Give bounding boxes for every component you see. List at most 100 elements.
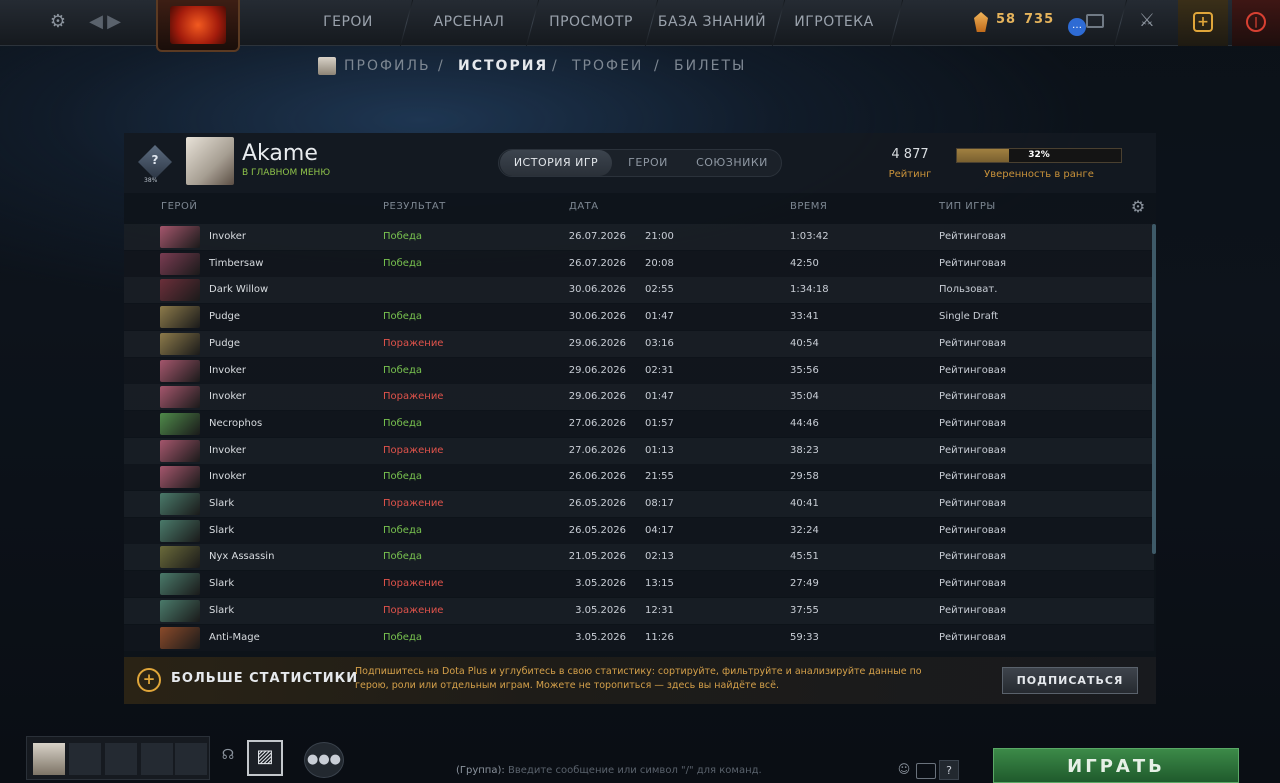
dota-plus-banner: + БОЛЬШЕ СТАТИСТИКИ Подпишитесь на Dota … <box>124 657 1156 704</box>
dota-plus-panel[interactable]: + <box>1178 0 1228 46</box>
column-header-type[interactable]: ТИП ИГРЫ <box>939 201 996 212</box>
match-clock: 08:17 <box>645 498 674 509</box>
dota-plus-banner-icon: + <box>137 668 161 692</box>
match-date: 29.06.2026 <box>568 364 626 376</box>
chat-menu-icon[interactable] <box>916 763 936 779</box>
table-row[interactable]: Slark Поражение 26.05.2026 08:17 40:41 Рейтин… <box>124 491 1154 517</box>
table-settings-gear-icon[interactable]: ⚙ <box>1128 197 1148 216</box>
battle-pass-icon[interactable]: ▨ <box>247 740 283 776</box>
friends-icon[interactable]: ●●● <box>304 742 344 778</box>
player-name: Akame <box>242 141 318 166</box>
match-result: Поражение <box>383 578 444 590</box>
hero-portrait <box>160 519 200 542</box>
voice-chat-icon[interactable]: ☊ <box>218 747 238 763</box>
tab-heroes[interactable]: ГЕРОИ <box>613 150 683 176</box>
match-type: Single Draft <box>939 311 999 323</box>
party-slot-empty[interactable] <box>141 743 173 775</box>
emoticon-icon[interactable]: ☺ <box>896 762 912 776</box>
match-clock: 02:55 <box>645 284 674 296</box>
table-row[interactable]: Slark Победа 26.05.2026 04:17 32:24 Рейтингов… <box>124 517 1154 544</box>
match-duration: 32:24 <box>790 524 819 536</box>
exit-panel[interactable]: | <box>1232 0 1280 46</box>
player-avatar[interactable] <box>186 137 234 185</box>
match-result: Победа <box>383 257 422 269</box>
hero-portrait <box>160 386 200 409</box>
table-row[interactable]: Invoker Победа 26.06.2026 21:55 29:58 Рейтинг… <box>124 464 1154 491</box>
table-row[interactable]: Pudge Поражение 29.06.2026 03:16 40:54 Рейтин… <box>124 330 1154 357</box>
table-row[interactable]: Invoker Победа 29.06.2026 02:31 35:56 Рейтинг… <box>124 357 1154 384</box>
nav-arcade[interactable]: ИГРОТЕКА <box>786 0 882 46</box>
subnav-profile[interactable]: ПРОФИЛЬ <box>344 56 431 76</box>
subnav-trophies[interactable]: ТРОФЕИ <box>572 56 643 76</box>
match-list-scrollbar[interactable] <box>1152 224 1156 554</box>
dota-plus-title: БОЛЬШЕ СТАТИСТИКИ <box>171 671 359 686</box>
match-type: Рейтинговая <box>939 231 1006 242</box>
settings-gear-icon[interactable]: ⚙ <box>46 11 70 35</box>
party-slot-empty[interactable] <box>69 743 101 775</box>
table-row[interactable]: Slark Поражение 3.05.2026 12:31 37:55 Рейтинг… <box>124 597 1154 624</box>
match-duration: 29:58 <box>790 471 819 483</box>
back-arrow-icon[interactable]: ◀ <box>88 11 104 32</box>
table-row[interactable]: Timbersaw Победа 26.07.2026 20:08 42:50 Рейти… <box>124 250 1154 277</box>
subnav-history[interactable]: ИСТОРИЯ <box>458 56 548 76</box>
table-row[interactable]: Pudge Победа 30.06.2026 01:47 33:41 Single Dr… <box>124 304 1154 331</box>
play-button[interactable]: ИГРАТЬ <box>993 748 1239 783</box>
player-status: В ГЛАВНОМ МЕНЮ <box>242 168 331 178</box>
notifications-icon[interactable]: … <box>1068 18 1086 36</box>
table-row[interactable]: Invoker Поражение 29.06.2026 01:47 35:04 Рейт… <box>124 384 1154 411</box>
match-date: 30.06.2026 <box>568 311 626 323</box>
subscribe-button[interactable]: ПОДПИСАТЬСЯ <box>1002 667 1138 694</box>
nav-separator <box>1113 0 1128 46</box>
table-row[interactable]: Invoker Победа 26.07.2026 21:00 1:03:42 Рейти… <box>124 224 1154 250</box>
table-row[interactable]: Anti-Mage Победа 3.05.2026 11:26 59:33 Рейтин… <box>124 624 1154 651</box>
dota-logo-button[interactable] <box>156 0 240 52</box>
mail-icon[interactable] <box>1086 14 1104 28</box>
armory-sword-icon[interactable]: ⚔ <box>1136 10 1158 31</box>
hero-name: Slark <box>209 604 235 616</box>
table-row[interactable]: Dark Willow 30.06.2026 02:55 1:34:18 Пользов… <box>124 277 1154 304</box>
match-result: Победа <box>383 311 422 323</box>
column-header-date[interactable]: ДАТА <box>569 201 599 212</box>
hero-name: Slark <box>209 578 235 590</box>
match-date: 27.06.2026 <box>568 444 626 456</box>
help-button[interactable]: ? <box>939 760 959 780</box>
match-result: Поражение <box>383 604 444 616</box>
history-tabs: ИСТОРИЯ ИГР ГЕРОИ СОЮЗНИКИ <box>498 149 782 177</box>
party-slot-empty[interactable] <box>105 743 137 775</box>
dota-plus-description: Подпишитесь на Dota Plus и углубитесь в … <box>355 666 922 691</box>
hero-portrait <box>160 279 200 302</box>
tab-allies[interactable]: СОЮЗНИКИ <box>683 150 781 176</box>
match-duration: 42:50 <box>790 257 819 269</box>
chat-input[interactable]: Введите сообщение или символ "/" для ком… <box>508 765 888 776</box>
table-row[interactable]: Necrophos Победа 27.06.2026 01:57 44:46 Рейти… <box>124 410 1154 437</box>
table-row[interactable]: Nyx Assassin Победа 21.05.2026 02:13 45:51 Ре… <box>124 544 1154 571</box>
table-row[interactable]: Slark Поражение 3.05.2026 13:15 27:49 Рейтинг… <box>124 571 1154 598</box>
currency-amount-2: 735 <box>1024 12 1055 27</box>
nav-arsenal[interactable]: АРСЕНАЛ <box>416 0 522 46</box>
match-duration: 45:51 <box>790 551 819 563</box>
nav-watch[interactable]: ПРОСМОТР <box>540 0 642 46</box>
column-header-hero[interactable]: ГЕРОЙ <box>161 201 197 212</box>
match-result: Победа <box>383 231 422 242</box>
nav-separator <box>399 0 414 46</box>
hero-portrait <box>160 466 200 489</box>
column-header-time[interactable]: ВРЕМЯ <box>790 201 827 212</box>
party-slot-self[interactable] <box>33 743 65 775</box>
nav-separator <box>771 0 786 46</box>
match-type: Рейтинговая <box>939 444 1006 456</box>
tab-match-history[interactable]: ИСТОРИЯ ИГР <box>500 150 612 176</box>
party-slot-empty[interactable] <box>175 743 207 775</box>
table-row[interactable]: Invoker Поражение 27.06.2026 01:13 38:23 Рейт… <box>124 437 1154 464</box>
nav-heroes[interactable]: ГЕРОИ <box>300 0 396 46</box>
subnav-tickets[interactable]: БИЛЕТЫ <box>674 56 746 76</box>
subnav-separator: / <box>438 58 445 74</box>
match-duration: 40:54 <box>790 337 819 349</box>
column-header-result[interactable]: РЕЗУЛЬТАТ <box>383 201 446 212</box>
match-type: Рейтинговая <box>939 337 1006 349</box>
match-list: Invoker Победа 26.07.2026 21:00 1:03:42 Рейти… <box>124 224 1154 656</box>
match-date: 29.06.2026 <box>568 391 626 403</box>
nav-knowledge-base[interactable]: БАЗА ЗНАНИЙ <box>656 0 768 46</box>
match-result: Победа <box>383 551 422 563</box>
forward-arrow-icon[interactable]: ▶ <box>106 11 122 32</box>
hero-name: Slark <box>209 498 235 509</box>
